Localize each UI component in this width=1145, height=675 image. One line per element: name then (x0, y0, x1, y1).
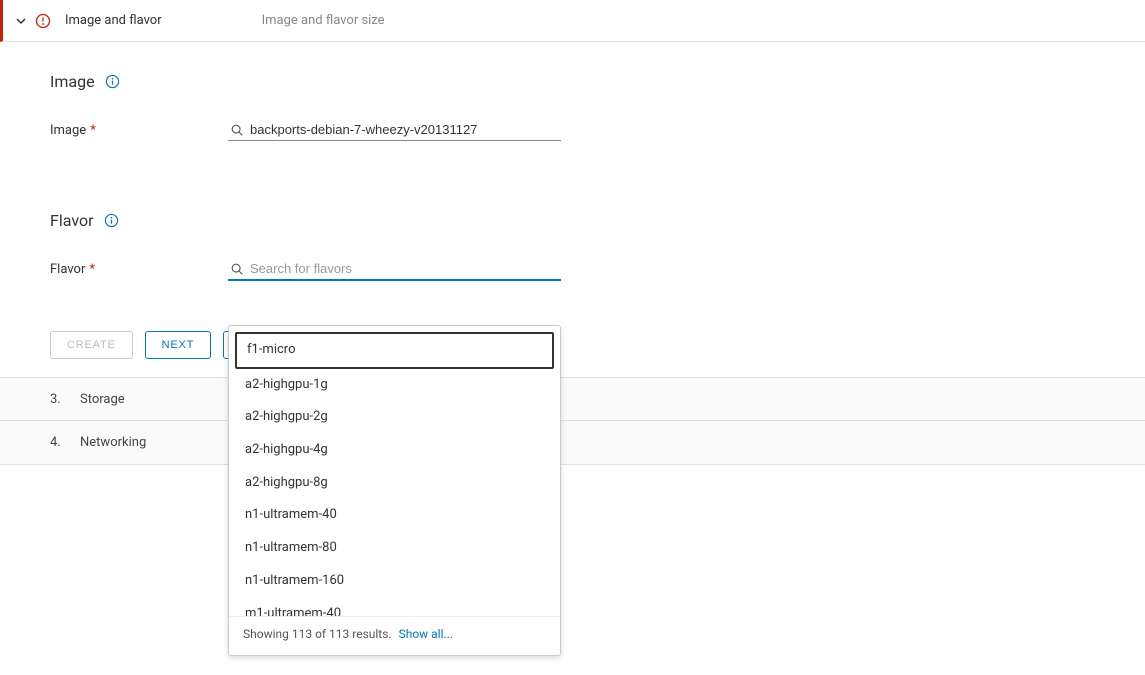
dropdown-item[interactable]: f1-micro (235, 332, 554, 369)
flavor-section-title: Flavor (50, 211, 1145, 230)
dropdown-item[interactable]: a2-highgpu-8g (235, 467, 554, 500)
search-icon (230, 123, 244, 137)
image-input-wrap[interactable] (228, 119, 561, 141)
dropdown-item[interactable]: a2-highgpu-4g (235, 434, 554, 467)
dropdown-item[interactable]: m1-ultramem-40 (235, 598, 554, 617)
dropdown-item[interactable]: a2-highgpu-2g (235, 401, 554, 434)
header-title: Image and flavor (65, 13, 162, 28)
dropdown-item[interactable]: n1-ultramem-40 (235, 499, 554, 532)
next-button[interactable]: NEXT (145, 331, 212, 359)
info-icon[interactable] (105, 74, 120, 89)
image-section-title: Image (50, 72, 1145, 91)
dropdown-item[interactable]: n1-ultramem-80 (235, 532, 554, 565)
create-button: CREATE (50, 331, 133, 359)
image-search-input[interactable] (250, 122, 559, 137)
dropdown-item[interactable]: a2-highgpu-1g (235, 369, 554, 402)
step-number: 4. (50, 435, 80, 450)
dropdown-footer: Showing 113 of 113 results. Show all... (229, 616, 560, 655)
image-field-label: Image* (50, 123, 228, 138)
alert-circle-icon (35, 13, 51, 29)
flavor-field-row: Flavor* (50, 258, 1145, 281)
step-label: Storage (80, 392, 125, 407)
step-label: Networking (80, 435, 146, 450)
search-icon (230, 262, 244, 276)
show-all-link[interactable]: Show all... (399, 627, 453, 641)
step-row[interactable]: 4.Networking (0, 421, 1145, 465)
flavor-dropdown: f1-microa2-highgpu-1ga2-highgpu-2ga2-hig… (228, 325, 561, 656)
chevron-down-icon[interactable] (15, 15, 27, 27)
step-row[interactable]: 3.Storage (0, 377, 1145, 421)
step-number: 3. (50, 392, 80, 407)
dropdown-list[interactable]: f1-microa2-highgpu-1ga2-highgpu-2ga2-hig… (229, 326, 560, 616)
section-header: Image and flavor Image and flavor size (0, 0, 1145, 42)
dropdown-item[interactable]: n1-ultramem-160 (235, 565, 554, 598)
flavor-input-wrap[interactable] (228, 258, 561, 281)
flavor-field-label: Flavor* (50, 262, 228, 277)
image-field-row: Image* (50, 119, 1145, 141)
button-row: CREATE NEXT C (50, 331, 1145, 359)
info-icon[interactable] (104, 213, 119, 228)
flavor-search-input[interactable] (250, 261, 559, 276)
header-subtitle: Image and flavor size (262, 13, 385, 28)
